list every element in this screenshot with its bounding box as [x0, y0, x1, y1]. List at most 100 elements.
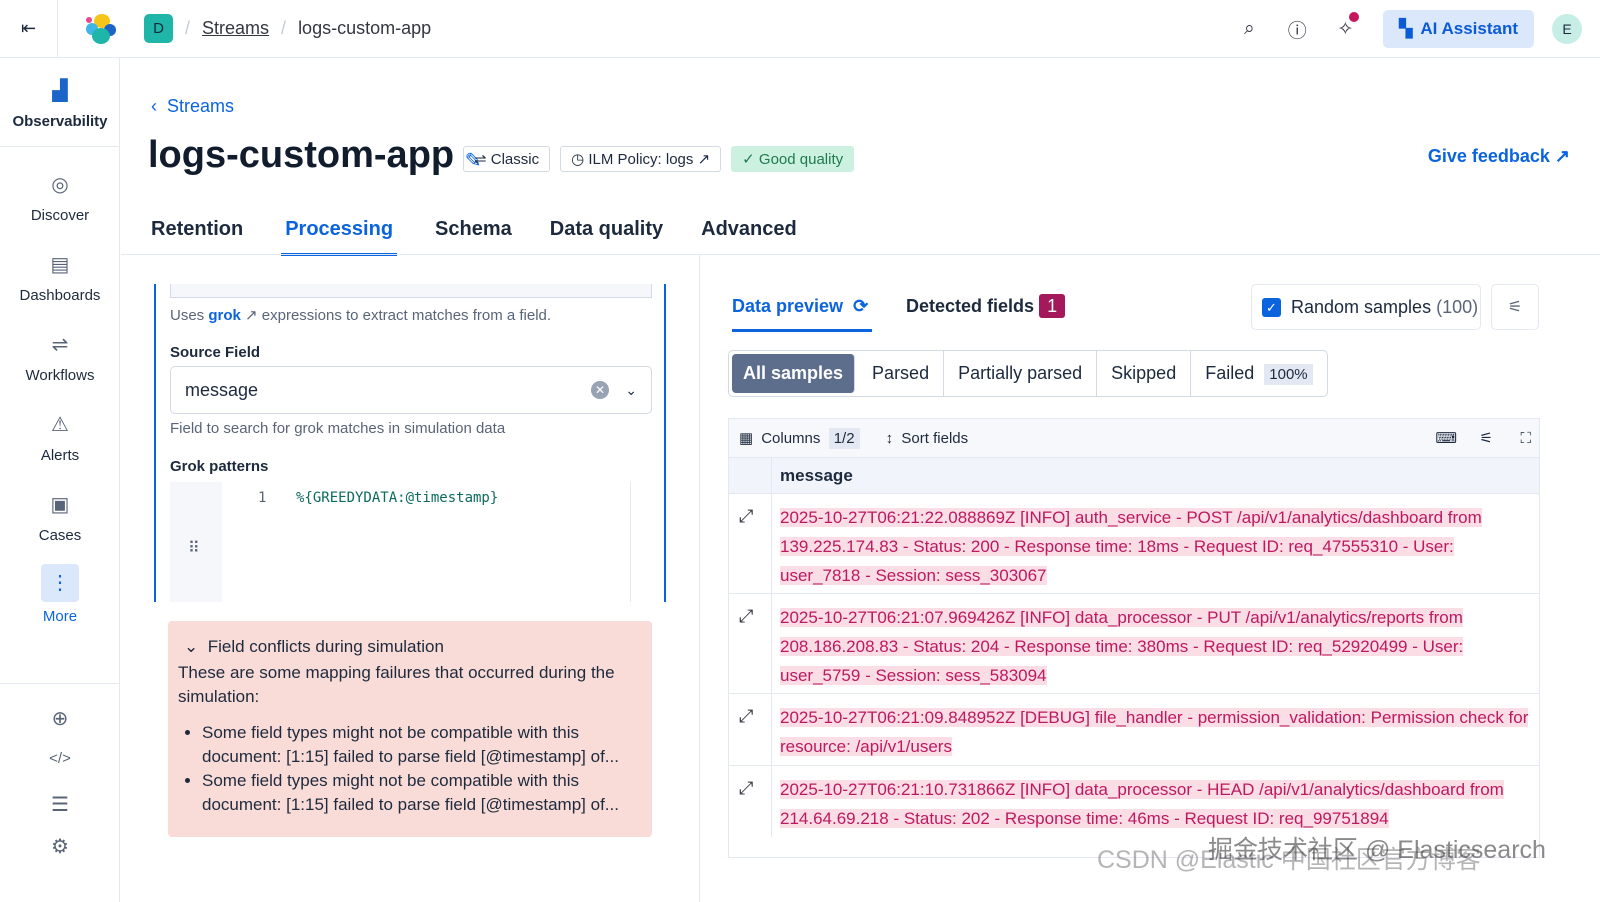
detected-count-badge: 1 — [1039, 294, 1066, 318]
clear-icon[interactable]: ✕ — [591, 381, 609, 399]
space-avatar[interactable]: D — [144, 14, 173, 43]
nav-workflows[interactable]: ⇌ Workflows — [0, 332, 120, 384]
expand-icon[interactable]: ⤢ — [739, 506, 753, 527]
nav-more[interactable]: ⋮ More — [0, 564, 120, 625]
ilm-policy-badge[interactable]: ◷ ILM Policy: logs ↗ — [560, 146, 722, 172]
stream-tabs: Retention Processing Schema Data quality… — [151, 218, 797, 256]
table-row: ⤢ 2025-10-27T06:21:22.088869Z [INFO] auth… — [729, 493, 1539, 593]
checkbox-checked-icon: ✓ — [1262, 297, 1281, 317]
settings-icon[interactable]: ⚙ — [0, 834, 120, 869]
tab-schema[interactable]: Schema — [435, 218, 512, 256]
row-message: 2025-10-27T06:21:10.731866Z [INFO] data_… — [780, 780, 1504, 828]
filter-failed[interactable]: Failed 100% — [1191, 351, 1326, 396]
filter-parsed[interactable]: Parsed — [858, 351, 945, 396]
conflict-item: Some field types might not be compatible… — [202, 769, 642, 817]
collapse-nav-icon[interactable]: ⇤ — [0, 0, 58, 58]
add-data-icon[interactable]: ⊕ — [0, 706, 120, 741]
ai-assistant-button[interactable]: ▚ AI Assistant — [1383, 10, 1534, 48]
grok-pattern-editor[interactable]: ⠿ 1 %{GREEDYDATA:@timestamp} — [170, 482, 631, 602]
news-icon[interactable]: ✧ — [1321, 11, 1369, 41]
nav-cases[interactable]: ▣ Cases — [0, 492, 120, 544]
compass-icon: ◎ — [51, 174, 69, 196]
conflicts-description: These are some mapping failures that occ… — [178, 663, 615, 706]
side-nav: ▟ Observability ◎ Discover ▤ Dashboards ⇌ Wo… — [0, 58, 120, 902]
breadcrumb-streams[interactable]: Streams — [202, 18, 269, 39]
give-feedback-link[interactable]: Give feedback ↗ — [1428, 146, 1570, 167]
columns-icon: ▦ — [739, 430, 754, 447]
sample-filter-group: All samples Parsed Partially parsed Skip… — [728, 350, 1328, 397]
nav-label: Alerts — [40, 447, 80, 464]
tab-detected-fields[interactable]: Detected fields 1 — [906, 294, 1066, 318]
column-header-message[interactable]: message — [771, 458, 861, 493]
nav-label: Workflows — [25, 367, 95, 384]
nav-label: More — [42, 608, 78, 625]
nav-label: Cases — [38, 527, 82, 544]
chevron-down-icon[interactable]: ⌄ — [625, 382, 637, 399]
breadcrumb-current: logs-custom-app — [298, 18, 432, 38]
sample-settings-icon[interactable]: ⚟ — [1491, 284, 1539, 330]
tab-processing[interactable]: Processing — [281, 218, 398, 256]
source-field-combobox[interactable]: message ✕ ⌄ — [170, 366, 652, 414]
filter-all-samples[interactable]: All samples — [732, 354, 856, 393]
drag-handle-icon[interactable]: ⠿ — [188, 538, 200, 558]
fullscreen-icon[interactable]: ⛶ — [1520, 430, 1531, 447]
tab-data-preview[interactable]: Data preview ⟳ — [732, 296, 873, 332]
external-link-icon: ↗ — [1554, 146, 1570, 166]
workflow-icon: ⇌ — [51, 334, 69, 356]
table-row: ⤢ 2025-10-27T06:21:10.731866Z [INFO] data… — [729, 765, 1539, 837]
tab-data-quality[interactable]: Data quality — [550, 218, 663, 256]
back-label: Streams — [167, 96, 235, 116]
expand-icon[interactable]: ⤢ — [739, 706, 753, 727]
observability-icon: ▟ — [52, 80, 68, 102]
columns-button[interactable]: Columns 1/2 — [761, 427, 860, 449]
display-settings-icon[interactable]: ⚟ — [1480, 429, 1493, 447]
filter-skipped[interactable]: Skipped — [1097, 351, 1192, 396]
grok-pattern-line[interactable]: %{GREEDYDATA:@timestamp} — [296, 490, 498, 506]
nav-dashboards[interactable]: ▤ Dashboards — [0, 252, 120, 304]
elastic-logo[interactable] — [86, 13, 116, 44]
filter-partially-parsed[interactable]: Partially parsed — [944, 351, 1098, 396]
top-bar: ⇤ D / Streams / logs-custom-app ⌕ ⓘ ✧ ▚ A… — [0, 0, 1600, 58]
dev-tools-icon[interactable]: </> — [0, 750, 120, 777]
conflicts-toggle[interactable]: ⌄ Field conflicts during simulation — [178, 635, 642, 659]
expand-icon[interactable]: ⤢ — [739, 778, 753, 799]
keyboard-shortcuts-icon[interactable]: ⌨ — [1435, 429, 1457, 447]
back-to-streams-link[interactable]: ‹ Streams — [151, 96, 234, 117]
briefcase-icon: ▣ — [50, 494, 70, 516]
nav-label: Discover — [30, 207, 90, 224]
help-icon[interactable]: ⓘ — [1273, 16, 1321, 43]
sort-fields-button[interactable]: ↕ Sort fields — [886, 430, 969, 447]
chevron-left-icon: ‹ — [151, 96, 167, 116]
nav-discover[interactable]: ◎ Discover — [0, 172, 120, 224]
grok-processor-panel: Uses grok ↗ expressions to extract match… — [154, 284, 666, 602]
ai-icon: ▚ — [1399, 19, 1413, 38]
quality-badge: ✓ Good quality — [731, 146, 855, 172]
search-icon[interactable]: ⌕ — [1225, 18, 1273, 40]
tab-retention[interactable]: Retention — [151, 218, 243, 256]
nav-label: Observability — [12, 113, 108, 130]
stack-management-icon[interactable]: ☰ — [0, 792, 120, 827]
nav-observability[interactable]: ▟ Observability — [0, 78, 120, 130]
warning-icon: ⚠ — [51, 414, 69, 436]
conflict-item: Some field types might not be compatible… — [202, 721, 642, 769]
line-number: 1 — [258, 490, 267, 506]
tab-advanced[interactable]: Advanced — [701, 218, 797, 256]
field-conflicts-callout: ⌄ Field conflicts during simulation Thes… — [168, 621, 652, 837]
nav-alerts[interactable]: ⚠ Alerts — [0, 412, 120, 464]
user-avatar[interactable]: E — [1552, 14, 1582, 44]
refresh-icon[interactable]: ⟳ — [853, 296, 868, 316]
breadcrumb-separator: / — [281, 18, 287, 38]
data-grid: ▦ Columns 1/2 ↕ Sort fields ⌨ ⚟ ⛶ message… — [728, 418, 1540, 858]
row-message: 2025-10-27T06:21:07.969426Z [INFO] data_… — [780, 608, 1464, 685]
random-samples-checkbox[interactable]: ✓ Random samples (100) — [1251, 284, 1481, 330]
ai-assistant-label: AI Assistant — [1420, 19, 1518, 38]
watermark: 掘金技术社区 @ Elasticsearch — [1208, 836, 1546, 864]
dashboard-icon: ▤ — [50, 254, 70, 276]
table-row: ⤢ 2025-10-27T06:21:09.848952Z [DEBUG] fil… — [729, 693, 1539, 765]
expand-icon[interactable]: ⤢ — [739, 606, 753, 627]
nav-label: Dashboards — [19, 287, 101, 304]
grok-docs-link[interactable]: grok — [208, 307, 241, 324]
more-icon: ⋮ — [41, 564, 79, 602]
breadcrumb-separator: / — [185, 18, 191, 38]
grok-help: Uses grok ↗ expressions to extract match… — [170, 307, 552, 324]
